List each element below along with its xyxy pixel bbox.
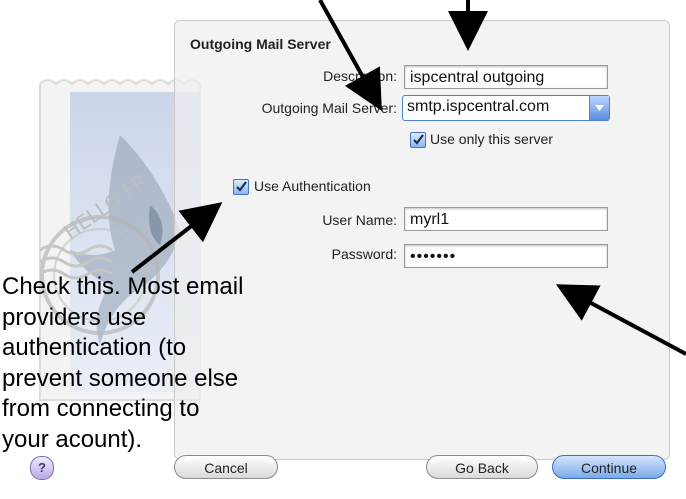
password-field[interactable]: ••••••• (404, 244, 608, 268)
user-name-label: User Name: (322, 212, 397, 228)
continue-button[interactable]: Continue (552, 455, 666, 479)
dropdown-arrow-icon[interactable] (589, 96, 609, 120)
setup-assistant-window: HELLO FR Outgoing Mail Server Descriptio… (0, 0, 686, 499)
outgoing-server-combo[interactable]: smtp.ispcentral.com (402, 95, 610, 121)
user-name-field[interactable]: myrl1 (404, 207, 608, 231)
checkmark-icon (413, 134, 424, 145)
use-only-server-checkbox[interactable] (410, 132, 426, 148)
description-label: Description: (323, 68, 397, 84)
cancel-button[interactable]: Cancel (174, 455, 278, 479)
use-authentication-label: Use Authentication (254, 178, 371, 194)
password-label: Password: (331, 246, 397, 262)
outgoing-server-value: smtp.ispcentral.com (407, 98, 550, 115)
checkmark-icon (236, 181, 247, 192)
use-authentication-checkbox[interactable] (233, 179, 249, 195)
section-title: Outgoing Mail Server (190, 36, 331, 52)
outgoing-server-label: Outgoing Mail Server: (261, 100, 397, 116)
help-button[interactable]: ? (30, 456, 54, 480)
description-field[interactable]: ispcentral outgoing (404, 65, 608, 89)
use-only-server-label: Use only this server (430, 131, 553, 147)
go-back-button[interactable]: Go Back (426, 455, 538, 479)
annotation-text: Check this. Most email providers use aut… (2, 273, 244, 453)
